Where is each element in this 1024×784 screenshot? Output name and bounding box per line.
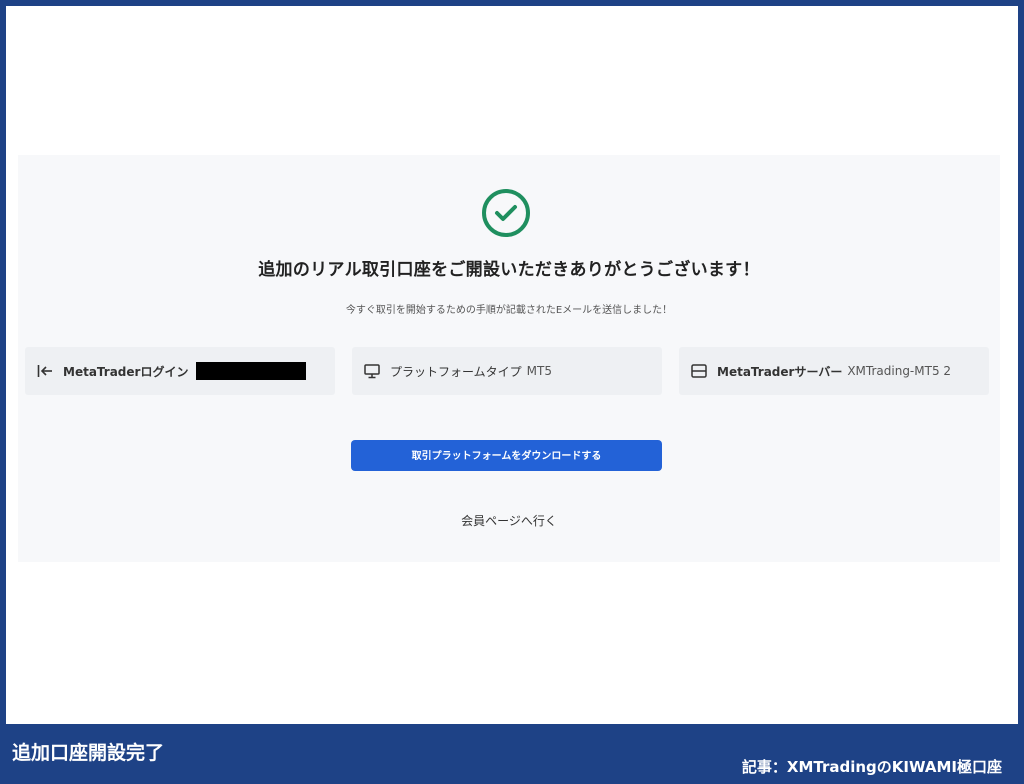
- platform-info-box: プラットフォームタイプ MT5: [352, 347, 662, 395]
- screenshot-frame: 追加のリアル取引口座をご開設いただきありがとうございます！ 今すぐ取引を開始する…: [6, 6, 1018, 724]
- platform-label: プラットフォームタイプ: [390, 364, 522, 379]
- server-value: XMTrading-MT5 2: [847, 364, 952, 378]
- login-label: MetaTraderログイン: [63, 364, 189, 379]
- redacted-login-number: [196, 362, 307, 380]
- server-label: MetaTraderサーバー: [717, 364, 843, 379]
- page-title: 追加のリアル取引口座をご開設いただきありがとうございます！: [258, 260, 760, 280]
- monitor-icon: [364, 363, 380, 379]
- success-card: 追加のリアル取引口座をご開設いただきありがとうございます！ 今すぐ取引を開始する…: [18, 155, 1000, 562]
- server-icon: [691, 363, 707, 379]
- caption-right: 記事：XMTradingのKIWAMI極口座: [741, 758, 1002, 776]
- success-check-icon: [481, 188, 531, 238]
- caption-left: 追加口座開設完了: [12, 742, 165, 764]
- server-info-box: MetaTraderサーバー XMTrading-MT5 2: [679, 347, 989, 395]
- login-arrow-icon: [37, 364, 53, 378]
- platform-value: MT5: [526, 364, 552, 378]
- member-page-link[interactable]: 会員ページへ行く: [18, 512, 1000, 529]
- download-platform-button[interactable]: 取引プラットフォームをダウンロードする: [351, 440, 662, 471]
- page-subtitle: 今すぐ取引を開始するための手順が記載されたEメールを送信しました！: [345, 305, 673, 316]
- login-info-box: MetaTraderログイン: [25, 347, 335, 395]
